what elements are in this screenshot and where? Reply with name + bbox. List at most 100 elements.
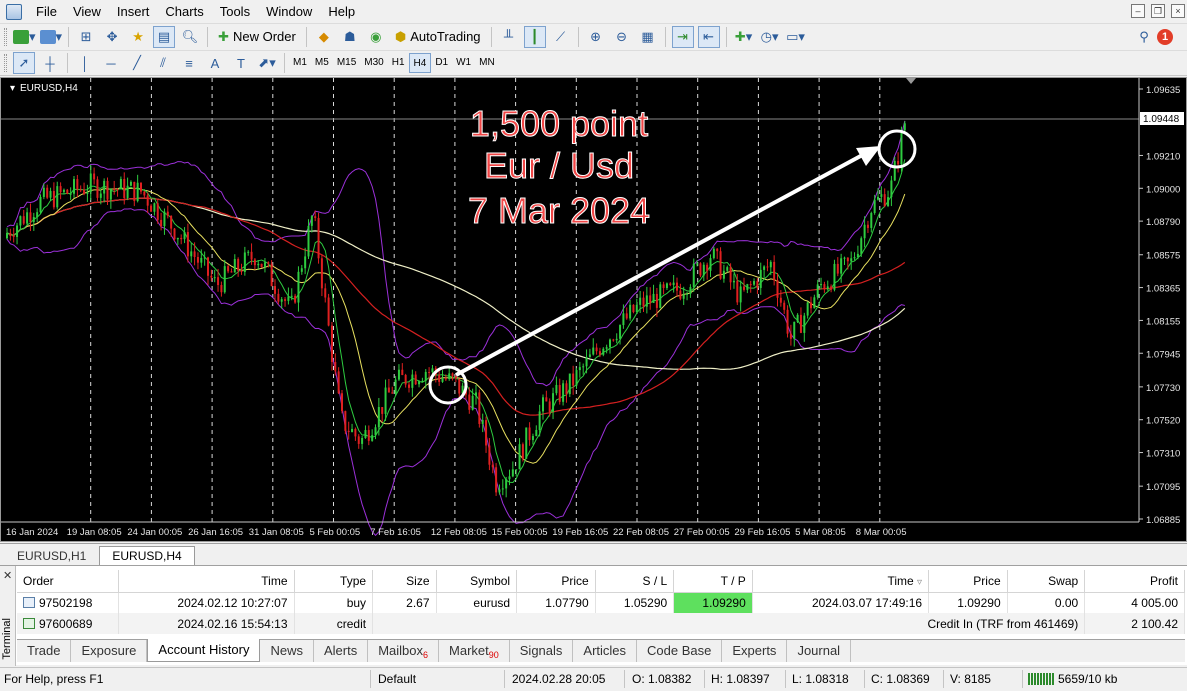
- candle-body: [59, 186, 62, 193]
- menu-window[interactable]: Window: [258, 0, 320, 24]
- tab-code-base[interactable]: Code Base: [637, 640, 723, 662]
- text-button[interactable]: A: [204, 52, 226, 74]
- column-close-time[interactable]: Time ▿: [752, 570, 930, 593]
- new-chart-button[interactable]: ▾: [13, 26, 36, 48]
- autotrading-button[interactable]: ⬢ AutoTrading: [391, 26, 485, 48]
- candle-body: [766, 266, 769, 268]
- column-profit[interactable]: Profit: [1084, 570, 1185, 593]
- periods-button[interactable]: ◷ ▾: [759, 26, 781, 48]
- column-sl[interactable]: S / L: [595, 570, 675, 593]
- tab-mailbox-label: Mailbox: [378, 643, 423, 658]
- table-row[interactable]: 97502198 2024.02.12 10:27:07 buy 2.67 eu…: [17, 592, 1185, 613]
- column-swap[interactable]: Swap: [1007, 570, 1086, 593]
- search-button[interactable]: ⚲: [1133, 26, 1155, 48]
- timeframe-h4[interactable]: H4: [408, 53, 432, 73]
- navigator-button[interactable]: ★: [127, 26, 149, 48]
- chart-tab-eurusd-h1[interactable]: EURUSD,H1: [4, 546, 99, 565]
- candle-body: [153, 203, 156, 212]
- column-type[interactable]: Type: [294, 570, 374, 593]
- status-connection[interactable]: 5659/10 kb: [1028, 672, 1117, 686]
- tab-trade[interactable]: Trade: [17, 640, 72, 662]
- column-time[interactable]: Time: [118, 570, 295, 593]
- menu-insert[interactable]: Insert: [109, 0, 158, 24]
- timeframe-m15[interactable]: M15: [333, 53, 360, 73]
- timeframe-h1[interactable]: H1: [388, 53, 409, 73]
- tab-signals[interactable]: Signals: [510, 640, 574, 662]
- tab-account-history[interactable]: Account History: [147, 639, 261, 662]
- candle-body: [877, 196, 879, 200]
- tab-news[interactable]: News: [260, 640, 314, 662]
- indicators-button[interactable]: ✚ ▾: [733, 26, 755, 48]
- column-symbol[interactable]: Symbol: [436, 570, 518, 593]
- candlestick-chart-button[interactable]: ┃: [523, 25, 546, 48]
- candle-body: [99, 193, 102, 198]
- column-size[interactable]: Size: [372, 570, 437, 593]
- timeframe-m1[interactable]: M1: [289, 53, 311, 73]
- chart-shift-marker[interactable]: [906, 78, 916, 84]
- close-icon[interactable]: ✕: [3, 569, 12, 582]
- zoom-in-button[interactable]: ⊕: [585, 26, 607, 48]
- timeframe-w1[interactable]: W1: [452, 53, 475, 73]
- timeframe-mn[interactable]: MN: [475, 53, 499, 73]
- column-price[interactable]: Price: [516, 570, 596, 593]
- fibonacci-button[interactable]: ≡: [178, 52, 200, 74]
- tab-market[interactable]: Market90: [439, 640, 510, 662]
- profiles-button[interactable]: ▾: [39, 26, 62, 48]
- vertical-line-button[interactable]: │: [74, 52, 96, 74]
- restore-icon[interactable]: ❐: [1151, 4, 1165, 18]
- cursor-button[interactable]: ➚: [13, 52, 35, 74]
- menu-file[interactable]: File: [28, 0, 65, 24]
- candle-body: [619, 325, 622, 339]
- text-label-button[interactable]: T: [230, 52, 252, 74]
- crosshair-button[interactable]: ┼: [39, 52, 61, 74]
- auto-scroll-button[interactable]: ⇥: [671, 25, 694, 48]
- price-chart[interactable]: 1,500 point Eur / Usd 7 Mar 2024 ▾ EURUS…: [1, 78, 1186, 541]
- tab-journal[interactable]: Journal: [787, 640, 852, 662]
- tile-windows-button[interactable]: ▦: [637, 26, 659, 48]
- tab-exposure[interactable]: Exposure: [71, 640, 148, 662]
- metaeditor-button[interactable]: ◆: [313, 26, 335, 48]
- column-close-price[interactable]: Price: [928, 570, 1008, 593]
- chart-shift-button[interactable]: ⇤: [697, 25, 720, 48]
- trendline-button[interactable]: ╱: [126, 52, 148, 74]
- table-row[interactable]: 97600689 2024.02.16 15:54:13 credit Cred…: [17, 613, 1185, 634]
- zoom-out-button[interactable]: ⊖: [611, 26, 633, 48]
- horizontal-line-button[interactable]: ─: [100, 52, 122, 74]
- strategy-tester-button[interactable]: 🔍︎: [179, 26, 201, 48]
- signals-button[interactable]: ◉: [365, 26, 387, 48]
- menu-charts[interactable]: Charts: [157, 0, 211, 24]
- templates-button[interactable]: ▭ ▾: [785, 26, 807, 48]
- timeframe-m30[interactable]: M30: [360, 53, 387, 73]
- chart-tab-eurusd-h4[interactable]: EURUSD,H4: [99, 546, 195, 565]
- close-icon[interactable]: ×: [1171, 4, 1185, 18]
- market-watch-button[interactable]: ⊞: [75, 26, 97, 48]
- minimize-icon[interactable]: ‒: [1131, 4, 1145, 18]
- terminal-button[interactable]: ▤: [153, 25, 176, 48]
- timeframe-d1[interactable]: D1: [431, 53, 452, 73]
- timeframe-m5[interactable]: M5: [311, 53, 333, 73]
- candle-body: [237, 259, 240, 271]
- data-window-button[interactable]: ✥: [101, 26, 123, 48]
- menu-help[interactable]: Help: [320, 0, 363, 24]
- column-tp[interactable]: T / P: [673, 570, 753, 593]
- tab-articles[interactable]: Articles: [573, 640, 638, 662]
- menu-view[interactable]: View: [65, 0, 109, 24]
- line-chart-button[interactable]: ⟋: [550, 26, 572, 48]
- vps-button[interactable]: ☗: [339, 26, 361, 48]
- chart-window[interactable]: 1,500 point Eur / Usd 7 Mar 2024 ▾ EURUS…: [0, 77, 1187, 542]
- candle-body: [769, 261, 772, 268]
- clock-icon: ◷: [760, 28, 772, 44]
- status-profile[interactable]: Default: [378, 672, 416, 686]
- tab-alerts[interactable]: Alerts: [314, 640, 369, 662]
- column-order[interactable]: Order: [17, 570, 120, 593]
- new-order-button[interactable]: ✚ New Order: [214, 26, 300, 48]
- tab-mailbox[interactable]: Mailbox6: [368, 640, 440, 662]
- arrows-button[interactable]: ⬈ ▾: [256, 52, 278, 74]
- channel-button[interactable]: ⫽: [152, 52, 174, 74]
- candle-body: [739, 286, 742, 303]
- menu-tools[interactable]: Tools: [212, 0, 258, 24]
- bar-chart-button[interactable]: ╨: [498, 26, 520, 48]
- candle-body: [890, 180, 893, 198]
- tab-experts[interactable]: Experts: [722, 640, 788, 662]
- notification-badge[interactable]: 1: [1157, 28, 1173, 45]
